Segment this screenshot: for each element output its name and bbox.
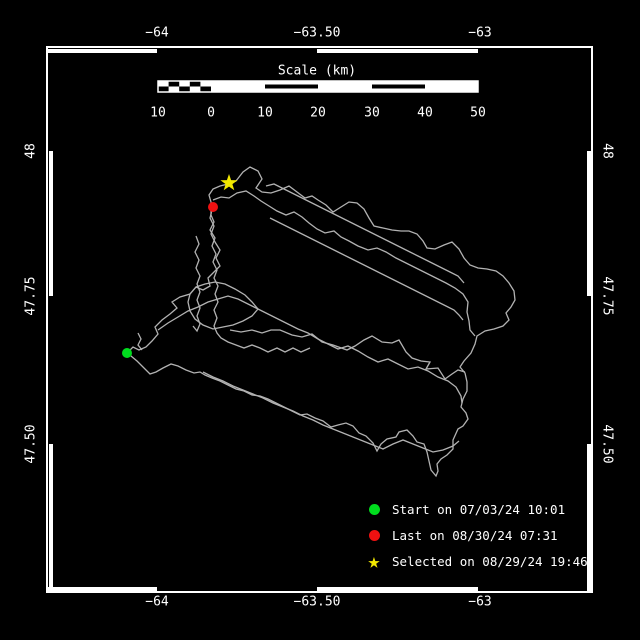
scale-tick-label: 20 [310, 106, 326, 121]
scale-tick-label: 40 [417, 106, 433, 121]
start-marker[interactable] [122, 348, 132, 358]
last-marker[interactable] [208, 202, 218, 212]
track-segment [213, 191, 475, 336]
y-tick-label-right: 47.75 [600, 276, 615, 315]
scale-tick-label: 30 [364, 106, 380, 121]
scale-tick-label: 50 [470, 106, 486, 121]
x-tick-label-top: −64 [145, 26, 168, 41]
scale-bar [158, 81, 478, 92]
y-tick-label-left: 47.75 [24, 276, 39, 315]
selected-marker[interactable] [220, 174, 237, 190]
track-map-window: Scale (km) −64 −64 −63.50 −63.50 −63 −63 48 48 4… [0, 0, 640, 640]
track-segment [203, 372, 459, 452]
x-tick-label-top: −63.50 [294, 26, 341, 41]
track-segment [266, 184, 464, 283]
gps-track [127, 167, 515, 476]
track-segment [210, 207, 310, 352]
x-tick-label-bottom: −63 [468, 595, 491, 610]
y-tick-label-left: 47.50 [24, 424, 39, 463]
scale-tick-label: 10 [257, 106, 273, 121]
scale-tick-label: 0 [207, 106, 215, 121]
map-plot-area[interactable] [0, 0, 640, 640]
x-tick-label-bottom: −64 [145, 595, 168, 610]
x-tick-label-top: −63 [468, 26, 491, 41]
track-segment [138, 333, 142, 350]
y-tick-label-right: 47.50 [600, 424, 615, 463]
track-segment [127, 167, 515, 476]
track-segment [270, 218, 463, 320]
map-frame [47, 47, 592, 592]
y-tick-label-right: 48 [600, 143, 615, 159]
track-segment [158, 296, 462, 403]
scale-bar-title: Scale (km) [278, 64, 356, 79]
y-tick-label-left: 48 [24, 143, 39, 159]
scale-tick-label: 10 [150, 106, 166, 121]
x-tick-label-bottom: −63.50 [294, 595, 341, 610]
